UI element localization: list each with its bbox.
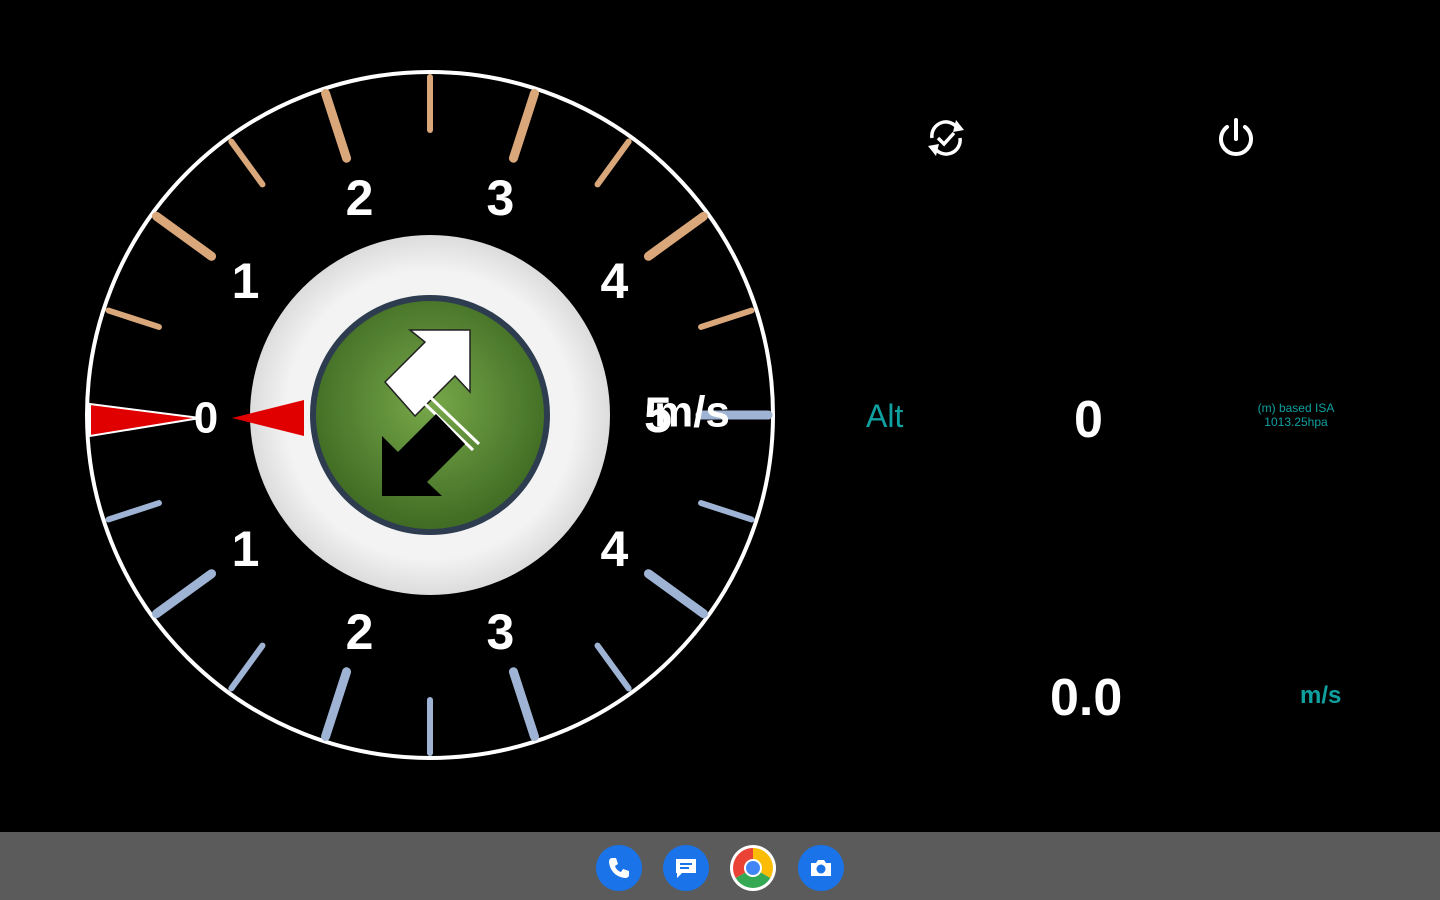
gauge-number-down: 4 bbox=[601, 521, 629, 577]
altitude-note-line2: 1013.25hpa bbox=[1264, 415, 1328, 429]
power-icon bbox=[1219, 118, 1253, 156]
vario-value: 0.0 bbox=[1050, 669, 1123, 727]
phone-app-button[interactable] bbox=[596, 845, 642, 891]
variometer-gauge: 12 34512 345 m/s 0 bbox=[85, 70, 775, 760]
gauge-number-down: 1 bbox=[232, 521, 260, 577]
gauge-number-up: 4 bbox=[601, 253, 629, 309]
messages-icon bbox=[676, 859, 696, 878]
power-button[interactable] bbox=[1206, 108, 1266, 168]
gauge-number-up: 1 bbox=[232, 253, 260, 309]
altitude-note-line1: (m) based ISA bbox=[1257, 401, 1335, 415]
gauge-number-down: 3 bbox=[487, 604, 515, 660]
gauge-number-down: 2 bbox=[346, 604, 374, 660]
altitude-label: Alt bbox=[866, 398, 904, 434]
messages-app-button[interactable] bbox=[663, 845, 709, 891]
gauge-number-up: 3 bbox=[487, 170, 515, 226]
taskbar bbox=[0, 832, 1440, 900]
phone-icon bbox=[609, 858, 629, 878]
gauge-number-up: 2 bbox=[346, 170, 374, 226]
unit-label: m/s bbox=[654, 388, 730, 437]
chrome-icon bbox=[733, 848, 773, 888]
sync-button[interactable] bbox=[916, 108, 976, 168]
altitude-value: 0 bbox=[1074, 391, 1103, 449]
chrome-app-button[interactable] bbox=[730, 845, 776, 891]
camera-icon bbox=[811, 860, 831, 876]
sync-check-icon bbox=[928, 120, 964, 156]
camera-app-button[interactable] bbox=[798, 845, 844, 891]
altitude-note: (m) based ISA 1013.25hpa bbox=[1236, 401, 1356, 429]
gauge-zero-label: 0 bbox=[194, 394, 218, 443]
vario-unit: m/s bbox=[1300, 682, 1342, 709]
